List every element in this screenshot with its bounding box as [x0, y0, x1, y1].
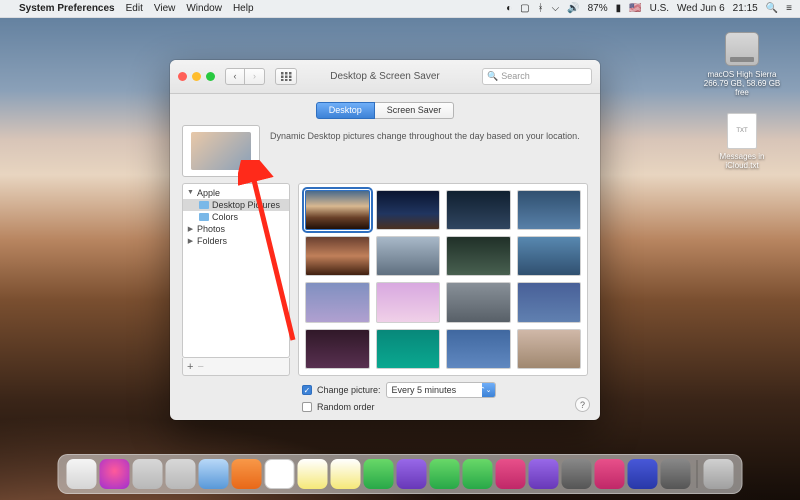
grid-icon	[281, 72, 292, 81]
change-picture-interval-select[interactable]: Every 5 minutes ⌃⌄	[386, 382, 496, 398]
menu-help[interactable]: Help	[233, 3, 254, 14]
dock-item-mail[interactable]	[199, 459, 229, 489]
volume-icon[interactable]: 🔊	[567, 3, 579, 14]
wallpaper-thumb[interactable]	[517, 329, 582, 369]
desktop-icon-txt[interactable]: TXT Messages in iCloud.txt	[702, 112, 782, 170]
search-placeholder: Search	[501, 71, 530, 81]
bluetooth-icon[interactable]: ᚼ	[538, 3, 544, 14]
dock-item-facetime[interactable]	[463, 459, 493, 489]
wallpaper-thumb[interactable]	[376, 190, 441, 230]
wifi-icon[interactable]: ⌵	[552, 3, 560, 14]
flag-icon[interactable]: 🇺🇸	[629, 3, 641, 14]
dock-item-reminders[interactable]	[331, 459, 361, 489]
search-field[interactable]: 🔍 Search	[482, 68, 592, 85]
dock-item-trash[interactable]	[704, 459, 734, 489]
random-order-checkbox[interactable]	[302, 402, 312, 412]
txt-file-icon: TXT	[727, 113, 757, 149]
tab-screen-saver[interactable]: Screen Saver	[375, 102, 455, 119]
wallpaper-thumb[interactable]	[517, 282, 582, 322]
dock-item-finder[interactable]	[67, 459, 97, 489]
dock-item-podcasts[interactable]	[529, 459, 559, 489]
dock-item-notes[interactable]	[298, 459, 328, 489]
random-order-label: Random order	[317, 402, 375, 412]
sidebar-item-desktop-pictures[interactable]: Desktop Pictures	[183, 199, 289, 211]
back-button[interactable]: ‹	[225, 68, 245, 85]
dock-item-launchpad[interactable]	[133, 459, 163, 489]
fast-user-icon[interactable]: ◐	[506, 3, 512, 14]
change-picture-checkbox[interactable]: ✓	[302, 385, 312, 395]
wallpaper-grid	[298, 183, 588, 376]
dock-item-photos[interactable]	[397, 459, 427, 489]
dock-item-maps[interactable]	[364, 459, 394, 489]
chevron-updown-icon: ⌃⌄	[480, 387, 492, 394]
airplay-icon[interactable]: ▢	[520, 3, 529, 14]
wallpaper-thumb[interactable]	[305, 282, 370, 322]
source-sidebar: ▼Apple Desktop Pictures Colors ▶Photos ▶…	[182, 183, 290, 358]
sidebar-item-photos[interactable]: ▶Photos	[183, 223, 289, 235]
disk-sublabel: 266.79 GB, 58.69 GB free	[704, 79, 781, 97]
battery-icon[interactable]: ▮	[616, 3, 622, 14]
dock-item-appstore[interactable]	[628, 459, 658, 489]
battery-percent[interactable]: 87%	[588, 3, 608, 14]
sidebar-item-apple[interactable]: ▼Apple	[183, 187, 289, 199]
wallpaper-thumb[interactable]	[446, 190, 511, 230]
dock-item-contacts[interactable]	[232, 459, 262, 489]
wallpaper-thumb[interactable]	[376, 329, 441, 369]
dock-item-news[interactable]	[595, 459, 625, 489]
input-source[interactable]: U.S.	[650, 3, 669, 14]
tab-desktop[interactable]: Desktop	[316, 102, 375, 119]
dock-item-settings[interactable]	[661, 459, 691, 489]
dock	[58, 454, 743, 494]
minimize-button[interactable]	[192, 72, 201, 81]
folder-icon	[199, 201, 209, 209]
dock-item-messages[interactable]	[430, 459, 460, 489]
wallpaper-thumb[interactable]	[376, 282, 441, 322]
sidebar-item-colors[interactable]: Colors	[183, 211, 289, 223]
notification-center-icon[interactable]: ≡	[786, 3, 792, 14]
close-button[interactable]	[178, 72, 187, 81]
folder-icon	[199, 213, 209, 221]
menu-window[interactable]: Window	[186, 3, 222, 14]
wallpaper-thumb[interactable]	[446, 236, 511, 276]
remove-folder-button[interactable]: −	[197, 361, 203, 373]
dock-item-calendar[interactable]	[265, 459, 295, 489]
txt-label: Messages in iCloud.txt	[702, 152, 782, 170]
wallpaper-thumb[interactable]	[446, 282, 511, 322]
menubar-time[interactable]: 21:15	[733, 3, 758, 14]
window-titlebar[interactable]: ‹ › Desktop & Screen Saver 🔍 Search	[170, 60, 600, 94]
app-menu[interactable]: System Preferences	[19, 3, 115, 14]
spotlight-icon[interactable]: 🔍	[766, 3, 778, 14]
wallpaper-thumb[interactable]	[517, 190, 582, 230]
disk-icon	[725, 32, 759, 66]
wallpaper-thumb[interactable]	[305, 329, 370, 369]
dock-separator	[697, 460, 698, 488]
help-button[interactable]: ?	[575, 397, 590, 412]
preferences-window: ‹ › Desktop & Screen Saver 🔍 Search Desk…	[170, 60, 600, 420]
menu-edit[interactable]: Edit	[126, 3, 143, 14]
wallpaper-thumb[interactable]	[305, 190, 370, 230]
dock-item-safari[interactable]	[166, 459, 196, 489]
menubar-date[interactable]: Wed Jun 6	[677, 3, 725, 14]
current-wallpaper-preview	[182, 125, 260, 177]
zoom-button[interactable]	[206, 72, 215, 81]
search-icon: 🔍	[487, 71, 498, 82]
dock-item-tv[interactable]	[562, 459, 592, 489]
add-folder-button[interactable]: +	[187, 361, 193, 373]
wallpaper-thumb[interactable]	[446, 329, 511, 369]
sidebar-item-folders[interactable]: ▶Folders	[183, 235, 289, 247]
forward-button: ›	[245, 68, 265, 85]
disk-label: macOS High Sierra	[708, 70, 777, 79]
desktop-icon-disk[interactable]: macOS High Sierra266.79 GB, 58.69 GB fre…	[702, 30, 782, 98]
wallpaper-thumb[interactable]	[305, 236, 370, 276]
menu-view[interactable]: View	[154, 3, 176, 14]
dynamic-desktop-description: Dynamic Desktop pictures change througho…	[270, 125, 588, 141]
dock-item-itunes[interactable]	[496, 459, 526, 489]
wallpaper-thumb[interactable]	[517, 236, 582, 276]
select-value: Every 5 minutes	[392, 385, 457, 395]
wallpaper-thumb[interactable]	[376, 236, 441, 276]
dock-item-siri[interactable]	[100, 459, 130, 489]
menu-bar: System Preferences Edit View Window Help…	[0, 0, 800, 18]
show-all-button[interactable]	[275, 68, 297, 85]
change-picture-label: Change picture:	[317, 385, 381, 395]
